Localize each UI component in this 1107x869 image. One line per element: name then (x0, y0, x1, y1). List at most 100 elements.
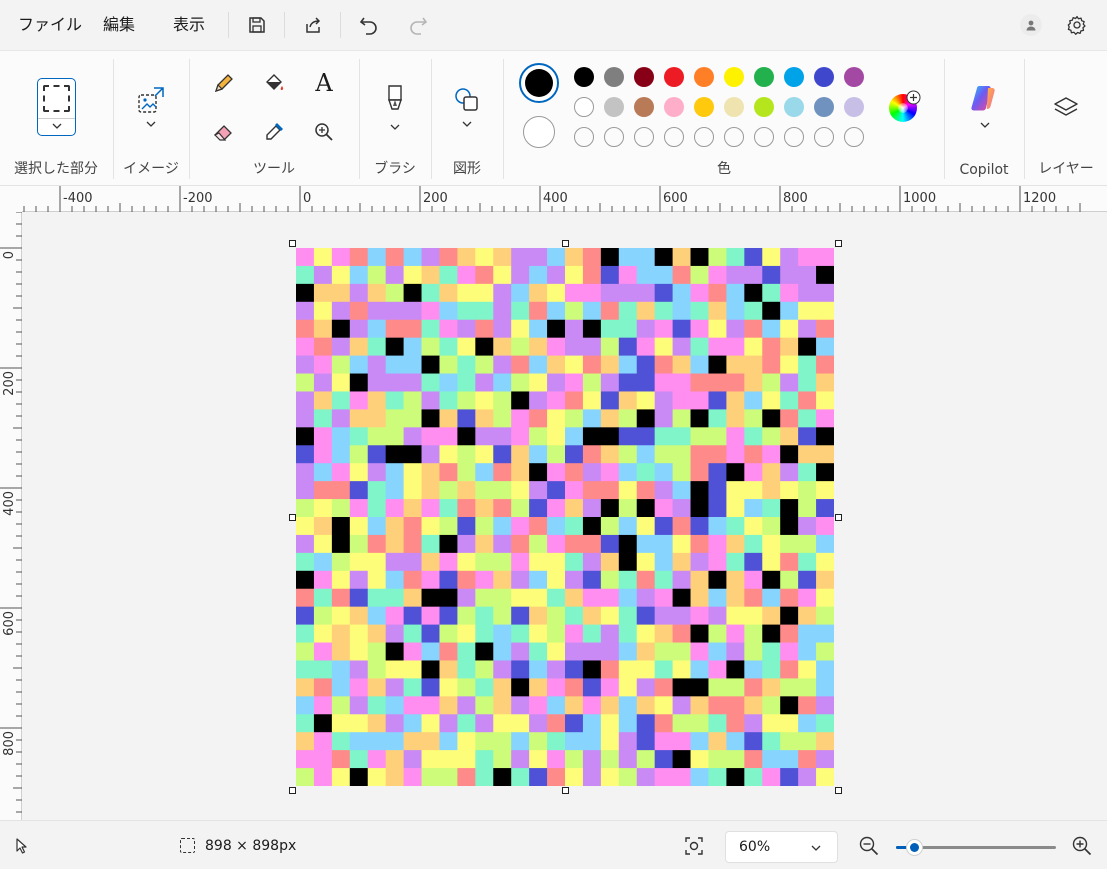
zoom-out-icon[interactable] (858, 835, 880, 861)
settings-gear-icon[interactable] (1063, 11, 1091, 39)
canvas-pixel-cell (582, 301, 602, 321)
image-resize-icon[interactable] (134, 83, 168, 117)
palette-color-swatch[interactable] (724, 97, 744, 117)
secondary-color-swatch[interactable] (523, 116, 555, 148)
canvas-pixel-cell (816, 517, 834, 536)
canvas-pixel-cell (439, 606, 458, 625)
save-icon[interactable] (243, 11, 271, 39)
palette-color-swatch[interactable] (574, 67, 594, 87)
text-tool-icon[interactable]: A (307, 66, 341, 100)
palette-color-swatch[interactable] (724, 67, 744, 87)
custom-color-slot[interactable] (664, 127, 684, 147)
custom-color-slot[interactable] (604, 127, 624, 147)
custom-color-slot[interactable] (634, 127, 654, 147)
canvas-pixel-cell (331, 301, 351, 321)
menu-edit[interactable]: 編集 (103, 15, 135, 35)
canvas-pixel-cell (618, 301, 638, 321)
chevron-down-icon[interactable] (389, 123, 401, 131)
resize-handle[interactable] (835, 787, 842, 794)
palette-color-swatch[interactable] (694, 97, 714, 117)
canvas-pixel-cell (798, 714, 817, 733)
edit-colors-wheel-icon[interactable] (889, 90, 921, 122)
magnifier-icon[interactable] (307, 115, 341, 149)
pencil-icon[interactable] (207, 66, 241, 100)
canvas-pixel-cell (636, 552, 656, 572)
canvas-pixel-cell (439, 301, 458, 321)
palette-color-swatch[interactable] (664, 67, 684, 87)
canvas-pixel-cell (385, 248, 404, 267)
canvas-pixel-cell (421, 642, 440, 661)
canvas-pixel-cell (618, 319, 638, 339)
fill-bucket-icon[interactable] (257, 66, 291, 100)
share-icon[interactable] (299, 11, 327, 39)
canvas-pixel-cell (618, 355, 638, 374)
chevron-down-icon[interactable] (979, 121, 991, 129)
canvas-pixel-cell (798, 588, 817, 608)
resize-handle[interactable] (835, 514, 842, 521)
layers-icon[interactable] (1049, 91, 1083, 125)
shapes-icon[interactable] (450, 83, 484, 117)
redo-icon[interactable] (404, 11, 432, 39)
zoom-in-icon[interactable] (1071, 835, 1093, 861)
canvas-pixel-cell (654, 427, 673, 446)
canvas-pixel-cell (582, 678, 602, 697)
primary-color-ring[interactable] (519, 63, 559, 103)
custom-color-slot[interactable] (784, 127, 804, 147)
canvas-pixel-cell (547, 678, 566, 697)
fit-to-window-icon[interactable] (683, 835, 705, 861)
custom-color-slot[interactable] (754, 127, 774, 147)
brush-icon[interactable] (378, 81, 412, 115)
palette-color-swatch[interactable] (634, 67, 654, 87)
menu-file[interactable]: ファイル (18, 15, 82, 35)
drawing-canvas[interactable] (296, 248, 834, 786)
canvas-pixel-cell (636, 660, 656, 679)
canvas-pixel-cell (600, 534, 620, 554)
resize-handle[interactable] (289, 787, 296, 794)
ruler-label: 800 (2, 731, 17, 756)
palette-color-swatch[interactable] (814, 97, 834, 117)
canvas-pixel-cell (726, 750, 745, 769)
palette-color-swatch[interactable] (844, 97, 864, 117)
canvas-pixel-cell (726, 283, 745, 303)
resize-handle[interactable] (835, 240, 842, 247)
resize-handle[interactable] (289, 240, 296, 247)
custom-color-slot[interactable] (574, 127, 594, 147)
palette-color-swatch[interactable] (784, 67, 804, 87)
canvas-pixel-cell (816, 678, 834, 697)
canvas-pixel-cell (493, 248, 512, 267)
palette-color-swatch[interactable] (784, 97, 804, 117)
eraser-icon[interactable] (207, 115, 241, 149)
custom-color-slot[interactable] (814, 127, 834, 147)
chevron-down-icon[interactable] (145, 120, 157, 128)
zoom-level-dropdown[interactable]: 60% (725, 831, 838, 863)
canvas-pixel-cell (618, 732, 638, 751)
resize-handle[interactable] (289, 514, 296, 521)
resize-handle[interactable] (562, 240, 569, 247)
palette-color-swatch[interactable] (814, 67, 834, 87)
canvas-pixel-cell (493, 319, 512, 339)
palette-color-swatch[interactable] (754, 97, 774, 117)
color-picker-icon[interactable] (257, 115, 291, 149)
menu-view[interactable]: 表示 (173, 15, 205, 35)
palette-color-swatch[interactable] (694, 67, 714, 87)
canvas-pixel-cell (690, 570, 709, 590)
palette-color-swatch[interactable] (574, 97, 594, 117)
custom-color-slot[interactable] (844, 127, 864, 147)
palette-color-swatch[interactable] (754, 67, 774, 87)
selection-button[interactable] (37, 78, 76, 136)
chevron-down-icon[interactable] (461, 120, 473, 128)
account-avatar-icon[interactable] (1020, 14, 1042, 36)
resize-handle[interactable] (562, 787, 569, 794)
undo-icon[interactable] (355, 11, 383, 39)
custom-color-slot[interactable] (694, 127, 714, 147)
palette-color-swatch[interactable] (604, 97, 624, 117)
zoom-slider-thumb[interactable] (905, 839, 923, 856)
palette-color-swatch[interactable] (634, 97, 654, 117)
custom-color-slot[interactable] (724, 127, 744, 147)
canvas-pixel-cell (744, 570, 763, 590)
canvas-pixel-cell (798, 265, 817, 285)
copilot-icon[interactable] (967, 81, 1001, 115)
palette-color-swatch[interactable] (844, 67, 864, 87)
palette-color-swatch[interactable] (664, 97, 684, 117)
palette-color-swatch[interactable] (604, 67, 624, 87)
